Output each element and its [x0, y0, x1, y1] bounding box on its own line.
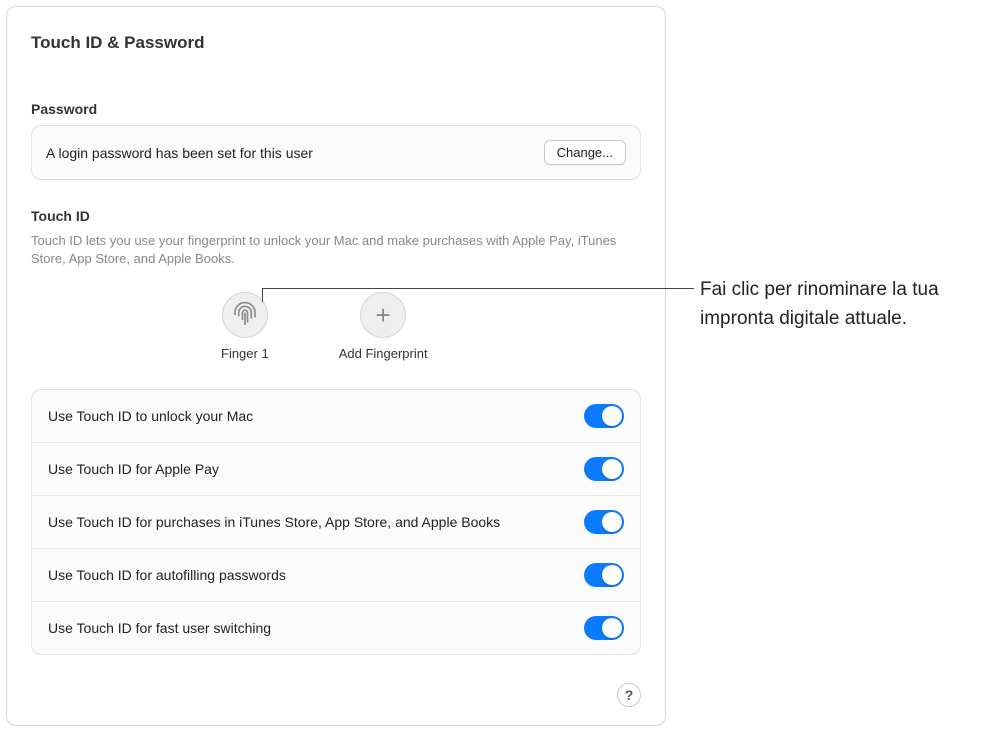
- touchid-options-box: Use Touch ID to unlock your Mac Use Touc…: [31, 389, 641, 655]
- option-label: Use Touch ID for Apple Pay: [48, 460, 219, 479]
- callout-connector-line-vertical: [262, 288, 263, 302]
- add-fingerprint-button[interactable]: + Add Fingerprint: [339, 292, 428, 361]
- option-autofill: Use Touch ID for autofilling passwords: [32, 549, 640, 602]
- option-apple-pay: Use Touch ID for Apple Pay: [32, 443, 640, 496]
- option-label: Use Touch ID to unlock your Mac: [48, 407, 253, 426]
- toggle-unlock-mac[interactable]: [584, 404, 624, 428]
- option-purchases: Use Touch ID for purchases in iTunes Sto…: [32, 496, 640, 549]
- toggle-fast-user-switching[interactable]: [584, 616, 624, 640]
- plus-icon: +: [360, 292, 406, 338]
- toggle-apple-pay[interactable]: [584, 457, 624, 481]
- add-fingerprint-label: Add Fingerprint: [339, 346, 428, 361]
- touchid-section: Touch ID Touch ID lets you use your fing…: [31, 208, 641, 655]
- fingerprint-finger1[interactable]: Finger 1: [221, 292, 269, 361]
- page-title: Touch ID & Password: [31, 33, 641, 53]
- toggle-purchases[interactable]: [584, 510, 624, 534]
- touchid-description: Touch ID lets you use your fingerprint t…: [31, 232, 621, 268]
- option-label: Use Touch ID for autofilling passwords: [48, 566, 286, 585]
- settings-panel: Touch ID & Password Password A login pas…: [6, 6, 666, 726]
- fingerprints-row: Finger 1 + Add Fingerprint: [31, 292, 641, 361]
- callout-connector-line: [262, 288, 694, 289]
- option-label: Use Touch ID for fast user switching: [48, 619, 271, 638]
- change-password-button[interactable]: Change...: [544, 140, 626, 165]
- touchid-section-title: Touch ID: [31, 208, 641, 224]
- fingerprint-label: Finger 1: [221, 346, 269, 361]
- password-status-text: A login password has been set for this u…: [46, 145, 313, 161]
- toggle-autofill[interactable]: [584, 563, 624, 587]
- option-fast-user-switching: Use Touch ID for fast user switching: [32, 602, 640, 654]
- password-section-title: Password: [31, 101, 641, 117]
- password-status-box: A login password has been set for this u…: [31, 125, 641, 180]
- help-button[interactable]: ?: [617, 683, 641, 707]
- fingerprint-icon: [222, 292, 268, 338]
- option-label: Use Touch ID for purchases in iTunes Sto…: [48, 513, 500, 532]
- callout-text: Fai clic per rinominare la tua impronta …: [700, 276, 980, 333]
- option-unlock-mac: Use Touch ID to unlock your Mac: [32, 390, 640, 443]
